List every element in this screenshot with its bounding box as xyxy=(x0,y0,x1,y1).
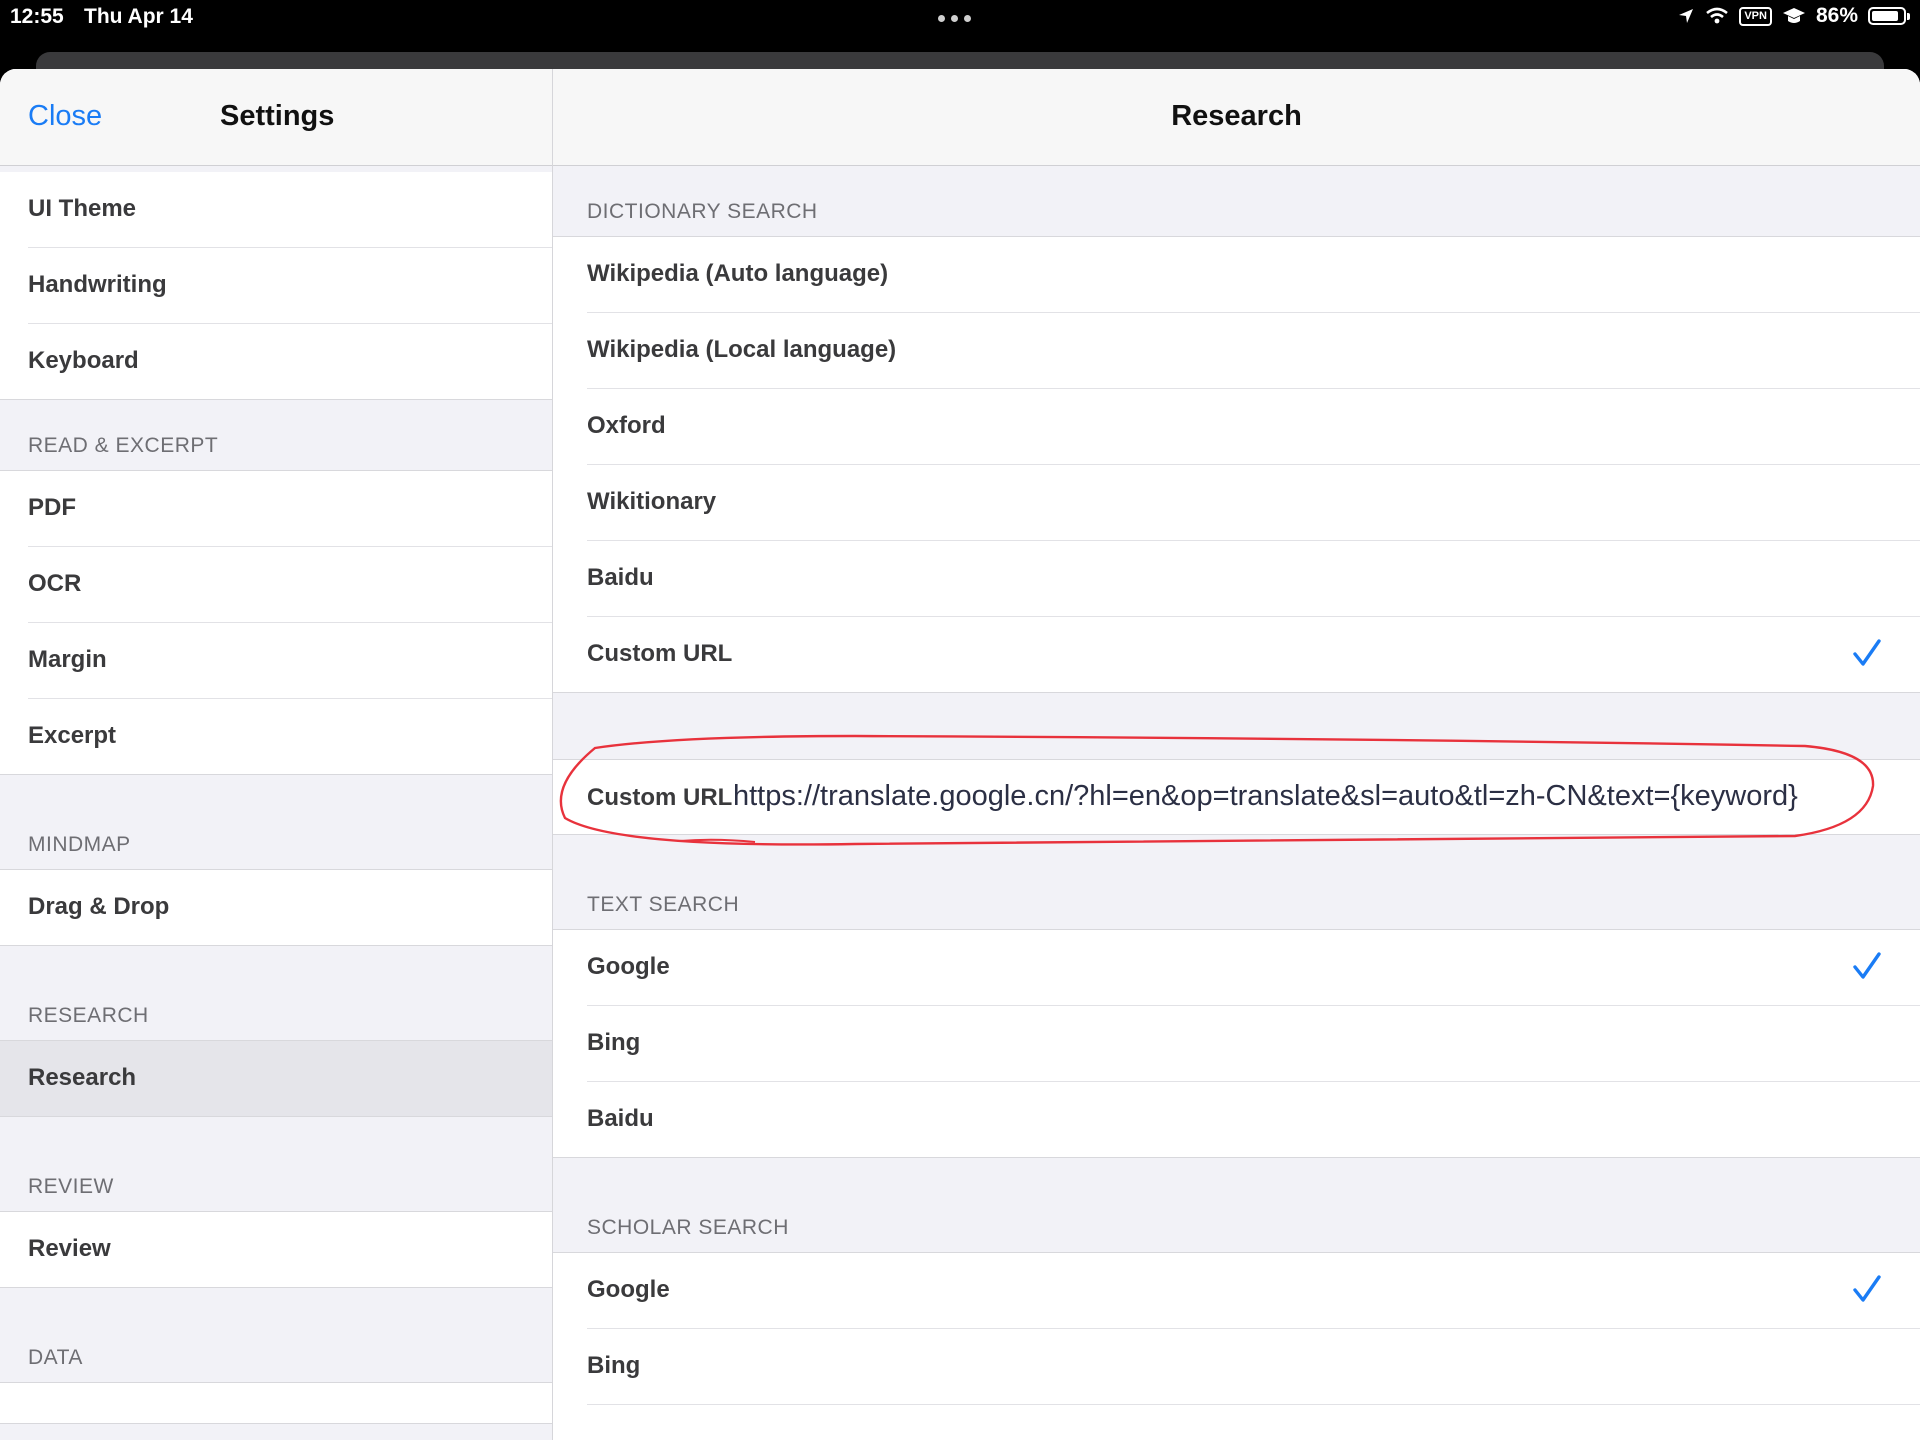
option-scholar-google[interactable]: Google xyxy=(587,1253,1920,1329)
sidebar-item-excerpt[interactable]: Excerpt xyxy=(28,699,552,774)
status-time: 12:55 xyxy=(10,5,64,28)
option-label: Google xyxy=(587,1276,670,1303)
option-label: Baidu xyxy=(587,1105,654,1132)
sidebar-item-label: Excerpt xyxy=(28,722,117,749)
option-scholar-more[interactable] xyxy=(587,1405,1920,1440)
sidebar-item-pdf[interactable]: PDF xyxy=(28,471,552,547)
sidebar-item-keyboard[interactable]: Keyboard xyxy=(28,324,552,399)
option-oxford[interactable]: Oxford xyxy=(587,389,1920,465)
sidebar-title: Settings xyxy=(220,100,335,132)
review-group: Review xyxy=(0,1212,552,1288)
sidebar-navbar: Close Settings xyxy=(0,69,552,166)
text-search-group: Google Bing Baidu xyxy=(553,930,1920,1158)
annotation-circle xyxy=(559,734,1875,846)
dictionary-group: Wikipedia (Auto language) Wikipedia (Loc… xyxy=(553,237,1920,693)
sidebar-item-label: OCR xyxy=(28,570,82,597)
sidebar-item-label: Drag & Drop xyxy=(28,893,170,920)
sidebar-item-margin[interactable]: Margin xyxy=(28,623,552,699)
sidebar-item-label: Handwriting xyxy=(28,271,167,298)
option-label: Bing xyxy=(587,1029,641,1056)
option-label: Baidu xyxy=(587,564,654,591)
wifi-icon xyxy=(1706,7,1729,24)
option-label: Google xyxy=(587,953,670,980)
settings-sheet: Close Settings UI Theme Handwriting Keyb… xyxy=(0,69,1920,1440)
option-text-google[interactable]: Google xyxy=(587,930,1920,1006)
close-button[interactable]: Close xyxy=(28,100,102,133)
research-group: Research xyxy=(0,1041,552,1117)
status-indicators: VPN 86% xyxy=(1677,4,1910,28)
data-group xyxy=(0,1383,552,1424)
option-label: Oxford xyxy=(587,412,666,439)
sidebar-item-label: UI Theme xyxy=(28,195,137,222)
scholar-search-group: Google Bing xyxy=(553,1253,1920,1440)
battery-icon xyxy=(1868,7,1910,25)
sidebar-item-ui-theme[interactable]: UI Theme xyxy=(28,172,552,248)
detail-title: Research xyxy=(1171,100,1302,132)
option-label: Wikitionary xyxy=(587,488,717,515)
multitasking-dots-icon[interactable] xyxy=(938,15,971,22)
sidebar-item-handwriting[interactable]: Handwriting xyxy=(28,248,552,324)
sidebar-item-label: Research xyxy=(28,1064,137,1091)
read-excerpt-group: PDF OCR Margin Excerpt xyxy=(0,471,552,775)
section-header-research: RESEARCH xyxy=(0,946,552,1041)
section-header-mindmap: MINDMAP xyxy=(0,775,552,870)
general-group: UI Theme Handwriting Keyboard xyxy=(0,172,552,400)
detail-navbar: Research xyxy=(553,69,1920,166)
status-date: Thu Apr 14 xyxy=(84,5,193,28)
mindmap-group: Drag & Drop xyxy=(0,870,552,946)
section-header-dictionary: DICTIONARY SEARCH xyxy=(553,166,1920,237)
location-icon xyxy=(1679,9,1694,23)
sidebar-item-label: Review xyxy=(28,1235,111,1262)
graduation-cap-icon xyxy=(1782,8,1805,23)
section-header-review: REVIEW xyxy=(0,1117,552,1212)
option-label: Wikipedia (Auto language) xyxy=(587,260,889,287)
option-custom-url[interactable]: Custom URL xyxy=(587,617,1920,692)
status-bar: 12:55 Thu Apr 14 VPN 86% xyxy=(0,0,1920,50)
sidebar-item-drag-drop[interactable]: Drag & Drop xyxy=(28,870,552,945)
research-detail: Research DICTIONARY SEARCH Wikipedia (Au… xyxy=(553,69,1920,1440)
section-header-data: DATA xyxy=(0,1288,552,1383)
vpn-badge: VPN xyxy=(1739,6,1772,26)
checkmark-icon xyxy=(1853,1275,1881,1302)
option-baidu[interactable]: Baidu xyxy=(587,541,1920,617)
sidebar-item-review[interactable]: Review xyxy=(28,1212,552,1287)
checkmark-icon xyxy=(1853,952,1881,979)
option-label: Wikipedia (Local language) xyxy=(587,336,897,363)
option-text-bing[interactable]: Bing xyxy=(587,1006,1920,1082)
option-text-baidu[interactable]: Baidu xyxy=(587,1082,1920,1157)
option-wikipedia-auto[interactable]: Wikipedia (Auto language) xyxy=(587,237,1920,313)
sidebar-item-ocr[interactable]: OCR xyxy=(28,547,552,623)
sidebar-item-label: PDF xyxy=(28,494,76,521)
checkmark-icon xyxy=(1853,639,1881,666)
option-wikipedia-local[interactable]: Wikipedia (Local language) xyxy=(587,313,1920,389)
option-label: Custom URL xyxy=(587,640,733,667)
sidebar-item-research[interactable]: Research xyxy=(0,1041,552,1116)
option-scholar-bing[interactable]: Bing xyxy=(587,1329,1920,1405)
option-wikitionary[interactable]: Wikitionary xyxy=(587,465,1920,541)
section-header-read-excerpt: READ & EXCERPT xyxy=(0,400,552,471)
sidebar-item-label: Margin xyxy=(28,646,107,673)
sidebar-item-label: Keyboard xyxy=(28,347,139,374)
battery-percent: 86% xyxy=(1815,4,1858,27)
section-header-scholar-search: SCHOLAR SEARCH xyxy=(553,1158,1920,1253)
option-label: Bing xyxy=(587,1352,641,1379)
settings-sidebar: Close Settings UI Theme Handwriting Keyb… xyxy=(0,69,553,1440)
